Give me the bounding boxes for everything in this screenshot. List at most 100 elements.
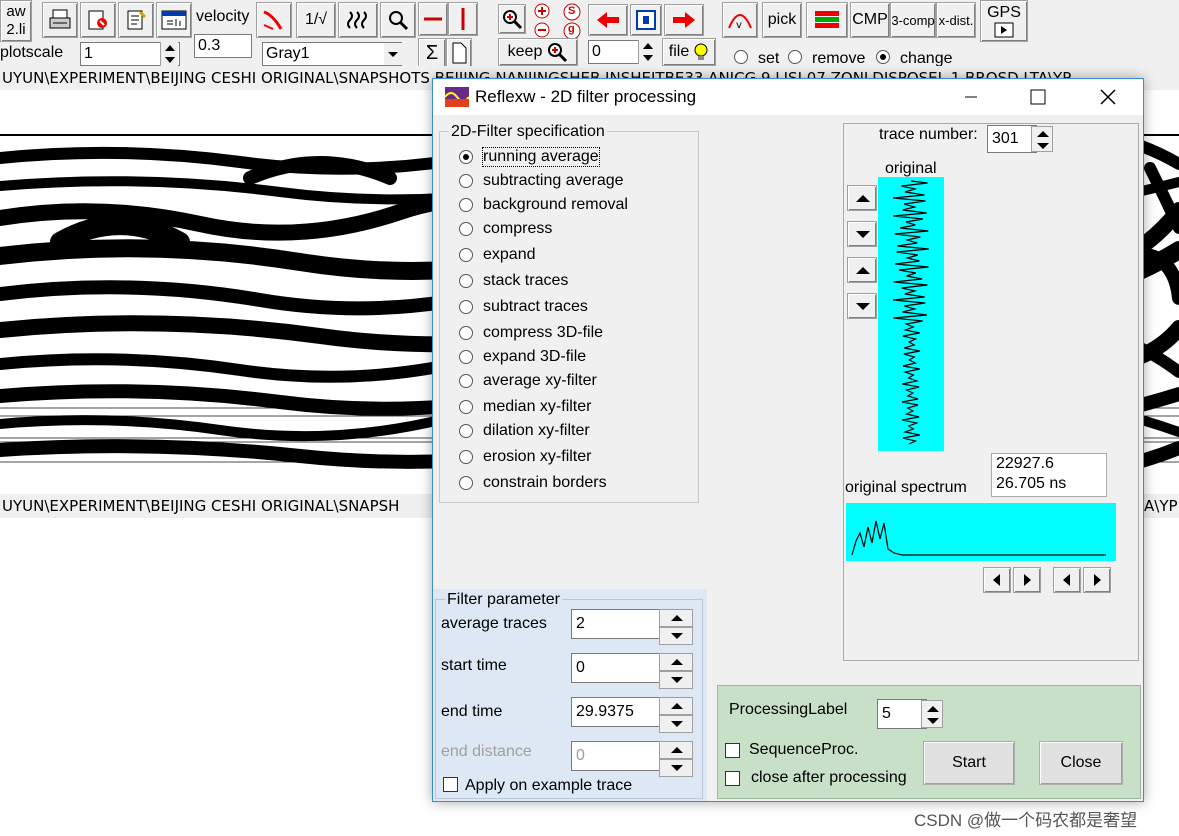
filter-option-label[interactable]: erosion xy-filter [483, 448, 591, 466]
filter-option-radio[interactable] [459, 150, 473, 164]
filter-option-label[interactable]: running average [482, 147, 600, 167]
filter-option-radio[interactable] [459, 274, 473, 288]
wiggle-icon[interactable] [338, 2, 378, 38]
chevron-down-icon[interactable] [384, 43, 402, 65]
window-icon[interactable] [156, 2, 192, 38]
end-distance-input[interactable]: 0 [571, 741, 661, 771]
change-radio[interactable] [876, 50, 890, 64]
processing-label-input[interactable]: 5 [877, 699, 927, 729]
filter-option-label[interactable]: average xy-filter [483, 372, 597, 390]
filter-option-label[interactable]: compress 3D-file [483, 324, 603, 342]
end-time-spinner[interactable] [659, 697, 693, 733]
end-time-label: end time [441, 703, 503, 720]
filter-option-label[interactable]: subtract traces [483, 298, 588, 316]
pick-button[interactable]: pick [762, 2, 802, 38]
zoom-plus-minus-icon[interactable] [532, 2, 552, 40]
stop-icon[interactable] [630, 4, 662, 36]
spectrum-prev-button-1[interactable] [983, 567, 1011, 593]
end-distance-label: end distance [441, 743, 532, 760]
start-time-spinner[interactable] [659, 653, 693, 689]
aw-button[interactable]: aw 2.li [0, 0, 32, 42]
spectrum-label: original spectrum [845, 479, 967, 496]
minimize-button[interactable] [943, 79, 999, 115]
start-time-input[interactable]: 0 [571, 653, 661, 683]
zoom-in-icon[interactable] [498, 4, 526, 34]
cmp-button[interactable]: CMP [850, 2, 890, 38]
start-button[interactable]: Start [923, 741, 1015, 785]
trace-number-input[interactable]: 301 [987, 125, 1037, 153]
close-button[interactable]: Close [1039, 741, 1123, 785]
close-after-checkbox[interactable] [725, 771, 740, 786]
filter-option-label[interactable]: expand 3D-file [483, 348, 586, 366]
filter-option-label[interactable]: dilation xy-filter [483, 422, 590, 440]
plotscale-spinner[interactable] [160, 42, 178, 66]
hyperbola-icon[interactable] [256, 2, 292, 38]
close-window-button[interactable] [1079, 79, 1135, 115]
filter-option-radio[interactable] [459, 300, 473, 314]
apply-example-checkbox[interactable] [443, 777, 458, 792]
spectrum-prev-button-2[interactable] [1053, 567, 1081, 593]
magnifier-icon[interactable] [380, 2, 416, 38]
three-comp-button[interactable]: 3-comp [890, 2, 936, 38]
end-distance-spinner[interactable] [659, 741, 693, 777]
trace-down-button-1[interactable] [847, 221, 877, 247]
filter-option-radio[interactable] [459, 198, 473, 212]
arrow-left-icon[interactable] [588, 4, 628, 36]
apply-example-label: Apply on example trace [465, 777, 633, 794]
filter-option-label[interactable]: median xy-filter [483, 398, 591, 416]
filter-option-radio[interactable] [459, 326, 473, 340]
edit-file-icon[interactable] [118, 2, 154, 38]
filter-option-radio[interactable] [459, 374, 473, 388]
gps-button[interactable]: GPS [980, 0, 1028, 42]
reflexw-app-icon [445, 87, 469, 107]
file-button[interactable]: file [662, 38, 716, 66]
spectrum-next-button-1[interactable] [1013, 567, 1041, 593]
toolbar: aw 2.li velocity 0.3 1/√ Gray1 plotscale… [0, 0, 1179, 68]
filter-option-radio[interactable] [459, 424, 473, 438]
filter-option-radio[interactable] [459, 222, 473, 236]
page-icon[interactable] [446, 38, 472, 68]
layers-icon[interactable] [806, 2, 848, 38]
sigma-button[interactable]: Σ [418, 38, 446, 68]
trace-number-spinner[interactable] [1031, 126, 1053, 152]
spectrum-next-button-2[interactable] [1083, 567, 1111, 593]
end-time-input[interactable]: 29.9375 [571, 697, 661, 727]
trace-down-button-2[interactable] [847, 293, 877, 319]
vertical-line-icon[interactable] [448, 2, 478, 36]
filter-option-radio[interactable] [459, 400, 473, 414]
filter-option-label[interactable]: subtracting average [483, 172, 624, 190]
keep-button[interactable]: keep [498, 38, 578, 66]
sequence-proc-checkbox[interactable] [725, 743, 740, 758]
original-trace-plot [878, 177, 944, 451]
processing-label-spinner[interactable] [921, 700, 943, 728]
filter-option-label[interactable]: background removal [483, 196, 628, 214]
scale-button[interactable]: 1/√ [296, 2, 336, 38]
filter-option-label[interactable]: compress [483, 220, 552, 238]
set-radio[interactable] [734, 50, 748, 64]
print-icon[interactable] [42, 2, 78, 38]
maximize-button[interactable] [1009, 79, 1065, 115]
zoom-sg-icon[interactable]: S g [560, 2, 584, 40]
filter-option-radio[interactable] [459, 174, 473, 188]
horizontal-line-icon[interactable] [418, 2, 448, 36]
close-icon [1100, 89, 1116, 105]
filter-option-radio[interactable] [459, 476, 473, 490]
filter-option-radio[interactable] [459, 350, 473, 364]
counter-spinner[interactable] [638, 40, 656, 64]
filter-option-label[interactable]: expand [483, 246, 536, 264]
filter-option-label[interactable]: stack traces [483, 272, 568, 290]
trace-up-button-2[interactable] [847, 257, 877, 283]
average-traces-input[interactable]: 2 [571, 609, 661, 639]
filter-option-radio[interactable] [459, 248, 473, 262]
filter-option-radio[interactable] [459, 450, 473, 464]
velocity-input[interactable]: 0.3 [194, 34, 252, 58]
colormap-select[interactable]: Gray1 [262, 42, 402, 66]
arrow-right-icon[interactable] [664, 4, 704, 36]
average-traces-spinner[interactable] [659, 609, 693, 645]
open-file-icon[interactable] [80, 2, 116, 38]
filter-option-label[interactable]: constrain borders [483, 474, 607, 492]
remove-radio[interactable] [788, 50, 802, 64]
x-dist-button[interactable]: x-dist. [936, 2, 976, 38]
trace-up-button-1[interactable] [847, 185, 877, 211]
hyperbola-fit-icon[interactable]: v [722, 2, 758, 38]
